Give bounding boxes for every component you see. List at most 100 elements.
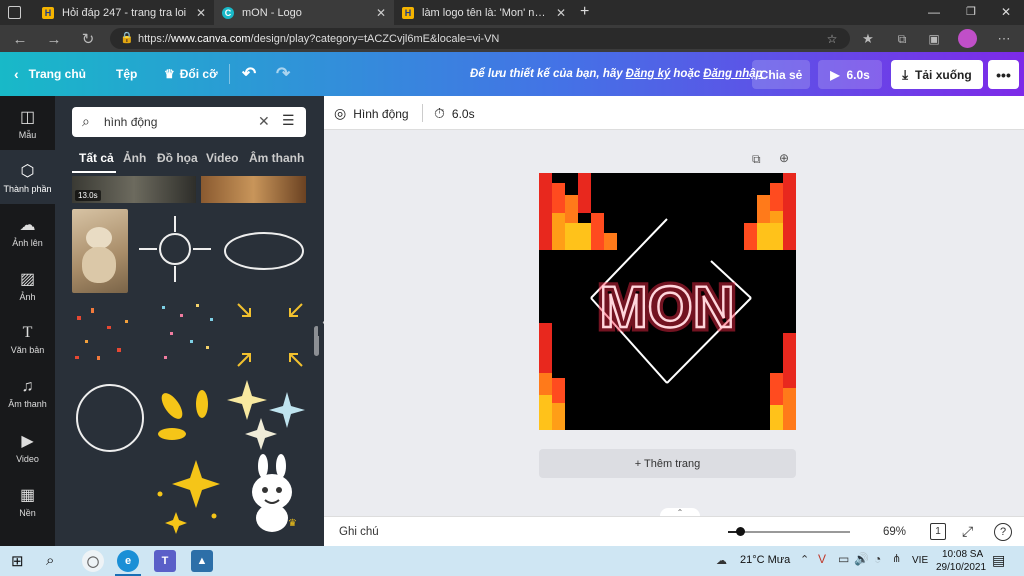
register-link[interactable]: Đăng ký [626,68,671,80]
video-thumbnail[interactable]: 13.0s [72,176,196,203]
fullscreen-icon[interactable]: ⤢ [962,523,973,540]
pixel-fire-bottom-left [539,323,565,430]
tab-photos[interactable]: Ảnh [123,151,146,165]
rail-label: Âm thanh [8,398,47,409]
download-button[interactable]: ⤓ Tải xuống [891,60,983,89]
hoidap-favicon-icon: H [402,6,414,19]
hidden-icons-chevron-icon[interactable]: ⌃ [800,553,809,566]
confetti-red-graphic[interactable] [67,296,147,376]
rail-label: Nền [19,507,36,518]
stars-yellow-graphic[interactable] [150,456,230,536]
windows-start-icon[interactable]: ⊞ [11,552,24,570]
volume-icon[interactable]: 🔊 [854,552,869,566]
more-options-icon[interactable]: ••• [988,60,1019,89]
tab-graphics[interactable]: Đồ họa [157,151,198,165]
design-canvas[interactable]: MON MON [539,173,796,430]
browser-tab-1[interactable]: H Hỏi đáp 247 - trang tra loi ✕ [34,0,214,25]
arrows-graphic[interactable] [230,296,310,376]
edge-icon[interactable]: e [117,550,139,572]
teddy-bear-thumbnail[interactable] [72,209,128,293]
wifi-icon[interactable]: ⋔ [892,552,901,565]
new-tab-button[interactable]: + [580,3,589,21]
zoom-slider[interactable] [728,531,850,533]
add-page-button[interactable]: + Thêm trang [539,449,796,478]
collections-icon[interactable]: ⧉ [892,29,912,49]
yellow-petals-graphic[interactable] [150,384,220,454]
editor-bottom-bar: Ghi chú 69% 1 ⤢ ? [324,516,1024,546]
refresh-icon[interactable]: ↻ [78,29,98,49]
url-input[interactable]: 🔒 https://www.canva.com/design/play?cate… [110,28,850,49]
close-tab-icon[interactable]: ✕ [196,6,206,20]
add-page-icon[interactable]: ⊕ [779,151,789,165]
filter-icon[interactable]: ☰ [282,112,295,129]
battery-icon[interactable]: ▭ [838,552,849,566]
tab-actions-icon[interactable] [8,6,21,19]
rail-item-video[interactable]: ▶ Video [0,420,55,474]
undo-icon[interactable]: ↶ [242,52,256,96]
help-button[interactable]: ? [994,523,1012,541]
rail-item-photos[interactable]: ▨ Ảnh [0,258,55,312]
zoom-slider-thumb[interactable] [736,527,745,536]
close-tab-icon[interactable]: ✕ [556,6,566,20]
tab-title: Hỏi đáp 247 - trang tra loi [62,6,187,19]
file-menu-button[interactable]: Tệp [116,52,137,96]
network-icon[interactable]: ◔ [874,552,881,566]
or-text: hoặc [673,68,701,80]
favorite-add-icon[interactable]: ☆ [822,29,842,49]
taskview-icon[interactable]: ◯ [82,550,104,572]
sparkles-graphic[interactable] [225,378,315,458]
circle-outline-graphic[interactable] [70,378,150,458]
scribble-oval-graphic[interactable] [221,226,307,276]
tab-title: làm logo tên là: 'Mon' nha mn N [422,6,550,19]
clock-time[interactable]: 10:08 SA [942,549,983,560]
close-window-icon[interactable]: ✕ [1001,5,1011,19]
forward-icon[interactable]: → [44,29,64,49]
duplicate-page-icon[interactable]: ⧉ [752,152,761,167]
rail-item-elements[interactable]: ⬡ Thành phần [0,150,55,204]
notes-button[interactable]: Ghi chú [339,526,379,538]
browser-tab-3[interactable]: H làm logo tên là: 'Mon' nha mn N ✕ [394,0,574,25]
tab-videos[interactable]: Video [206,151,238,165]
vieclam-tray-icon[interactable]: V [818,552,826,566]
photos-app-icon[interactable]: ▲ [191,550,213,572]
search-icon[interactable]: ⌕ [46,552,54,569]
animate-button[interactable]: ◎ Hình động [334,105,409,122]
rail-item-uploads[interactable]: ☁ Ảnh lên [0,204,55,258]
back-icon[interactable]: ← [10,29,30,49]
language-indicator[interactable]: VIE [912,555,928,566]
zoom-level[interactable]: 69% [883,526,906,538]
favorites-icon[interactable]: ★ [858,29,878,49]
search-input[interactable]: ⌕ hình động ✕ ☰ [72,107,306,137]
weather-text[interactable]: 21°C Mưa [740,554,790,566]
confetti-multicolor-graphic[interactable] [150,296,230,376]
close-tab-icon[interactable]: ✕ [376,6,386,20]
profile-avatar[interactable] [958,29,977,48]
browser-tab-2[interactable]: C mON - Logo ✕ [214,0,394,25]
tab-audio[interactable]: Âm thanh [249,151,304,165]
tab-all[interactable]: Tất cả [79,151,114,165]
rail-item-background[interactable]: ▦ Nền [0,474,55,528]
browser-menu-icon[interactable]: ⋯ [994,29,1014,49]
video-duration: 13.0s [75,190,101,201]
duration-button[interactable]: ⏱ 6.0s [434,105,475,122]
share-button[interactable]: Chia sẻ [752,60,810,89]
clock-date[interactable]: 29/10/2021 [936,562,986,573]
minimize-icon[interactable]: — [928,5,940,19]
rail-item-text[interactable]: T Văn bản [0,312,55,366]
rail-item-audio[interactable]: ♫ Âm thanh [0,366,55,420]
home-button[interactable]: ‹ Trang chủ [14,52,86,96]
redo-icon[interactable]: ↷ [276,52,290,96]
page-count-button[interactable]: 1 [930,523,946,540]
rail-item-templates[interactable]: ◫ Mẫu [0,96,55,150]
crosshair-graphic[interactable] [135,214,215,284]
bunny-sticker-graphic[interactable] [235,454,315,534]
notification-icon[interactable]: ▤ [992,552,1005,569]
clear-search-icon[interactable]: ✕ [258,113,270,130]
extensions-icon[interactable]: ▣ [924,29,944,49]
save-prompt-text: Để lưu thiết kế của bạn, hãy [470,68,623,80]
play-button[interactable]: ▶ 6.0s [818,60,882,89]
photo-thumbnail[interactable] [201,176,306,203]
restore-icon[interactable]: ❐ [966,5,976,18]
teams-icon[interactable]: T [154,550,176,572]
resize-button[interactable]: ♛ Đổi cỡ [164,52,218,96]
